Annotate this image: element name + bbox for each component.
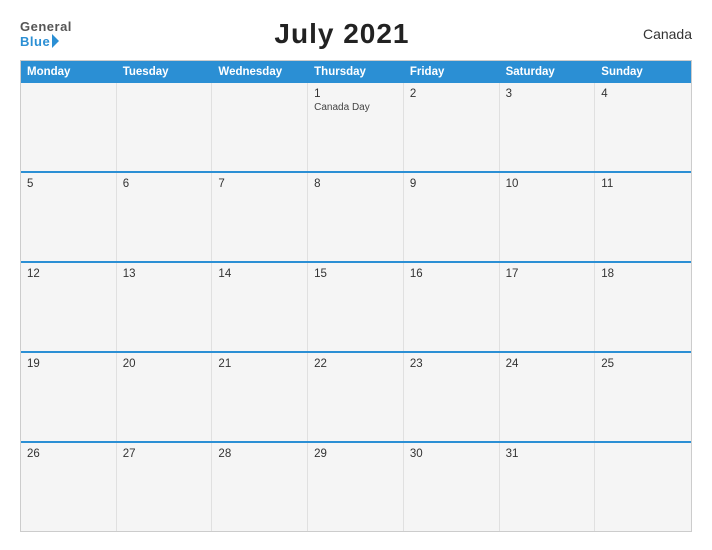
- day-cell-7: 7: [212, 173, 308, 261]
- day-num-16: 16: [410, 268, 493, 280]
- day-num-10: 10: [506, 178, 589, 190]
- day-num-15: 15: [314, 268, 397, 280]
- day-num-20: 20: [123, 358, 206, 370]
- day-cell-8: 8: [308, 173, 404, 261]
- day-num-1: 1: [314, 88, 397, 100]
- day-cell-empty-2: [117, 83, 213, 171]
- day-num-23: 23: [410, 358, 493, 370]
- day-cell-30: 30: [404, 443, 500, 531]
- day-cell-21: 21: [212, 353, 308, 441]
- week-row-5: 26 27 28 29 30 31: [21, 441, 691, 531]
- page: General Blue July 2021 Canada Monday Tue…: [0, 0, 712, 550]
- day-num-28: 28: [218, 448, 301, 460]
- day-num-2: 2: [410, 88, 493, 100]
- day-num-24: 24: [506, 358, 589, 370]
- day-num-14: 14: [218, 268, 301, 280]
- day-cell-25: 25: [595, 353, 691, 441]
- day-num-21: 21: [218, 358, 301, 370]
- day-num-26: 26: [27, 448, 110, 460]
- header-tuesday: Tuesday: [117, 61, 213, 83]
- day-cell-9: 9: [404, 173, 500, 261]
- day-num-5: 5: [27, 178, 110, 190]
- day-num-29: 29: [314, 448, 397, 460]
- day-num-27: 27: [123, 448, 206, 460]
- day-cell-28: 28: [212, 443, 308, 531]
- logo-triangle-icon: [52, 34, 59, 48]
- header-wednesday: Wednesday: [212, 61, 308, 83]
- week-row-2: 5 6 7 8 9 10 11: [21, 171, 691, 261]
- day-cell-empty-3: [212, 83, 308, 171]
- day-cell-16: 16: [404, 263, 500, 351]
- day-cell-18: 18: [595, 263, 691, 351]
- day-num-18: 18: [601, 268, 685, 280]
- day-cell-31: 31: [500, 443, 596, 531]
- day-headers-row: Monday Tuesday Wednesday Thursday Friday…: [21, 61, 691, 83]
- day-num-25: 25: [601, 358, 685, 370]
- day-cell-2: 2: [404, 83, 500, 171]
- day-num-7: 7: [218, 178, 301, 190]
- day-event-canada-day: Canada Day: [314, 102, 397, 113]
- logo: General Blue: [20, 19, 72, 49]
- day-cell-26: 26: [21, 443, 117, 531]
- header-saturday: Saturday: [500, 61, 596, 83]
- day-num-19: 19: [27, 358, 110, 370]
- day-num-8: 8: [314, 178, 397, 190]
- day-num-6: 6: [123, 178, 206, 190]
- day-cell-19: 19: [21, 353, 117, 441]
- week-row-1: 1 Canada Day 2 3 4: [21, 83, 691, 171]
- header-thursday: Thursday: [308, 61, 404, 83]
- day-cell-1: 1 Canada Day: [308, 83, 404, 171]
- day-num-11: 11: [601, 178, 685, 190]
- day-cell-13: 13: [117, 263, 213, 351]
- header-friday: Friday: [404, 61, 500, 83]
- country-label: Canada: [612, 26, 692, 42]
- day-num-22: 22: [314, 358, 397, 370]
- day-cell-24: 24: [500, 353, 596, 441]
- header-monday: Monday: [21, 61, 117, 83]
- week-row-3: 12 13 14 15 16 17 18: [21, 261, 691, 351]
- day-num-3: 3: [506, 88, 589, 100]
- logo-general-text: General: [20, 19, 72, 34]
- day-num-30: 30: [410, 448, 493, 460]
- day-cell-empty-1: [21, 83, 117, 171]
- week-row-4: 19 20 21 22 23 24 25: [21, 351, 691, 441]
- day-cell-17: 17: [500, 263, 596, 351]
- day-cell-3: 3: [500, 83, 596, 171]
- day-cell-15: 15: [308, 263, 404, 351]
- day-cell-14: 14: [212, 263, 308, 351]
- day-cell-5: 5: [21, 173, 117, 261]
- day-cell-27: 27: [117, 443, 213, 531]
- day-num-4: 4: [601, 88, 685, 100]
- day-cell-11: 11: [595, 173, 691, 261]
- day-cell-12: 12: [21, 263, 117, 351]
- weeks-container: 1 Canada Day 2 3 4 5 6: [21, 83, 691, 531]
- calendar-title: July 2021: [72, 18, 612, 50]
- day-num-17: 17: [506, 268, 589, 280]
- day-cell-20: 20: [117, 353, 213, 441]
- day-cell-10: 10: [500, 173, 596, 261]
- day-num-31: 31: [506, 448, 589, 460]
- day-num-12: 12: [27, 268, 110, 280]
- logo-blue-text: Blue: [20, 34, 59, 49]
- calendar: Monday Tuesday Wednesday Thursday Friday…: [20, 60, 692, 532]
- day-cell-23: 23: [404, 353, 500, 441]
- day-cell-22: 22: [308, 353, 404, 441]
- day-num-13: 13: [123, 268, 206, 280]
- header-sunday: Sunday: [595, 61, 691, 83]
- day-cell-4: 4: [595, 83, 691, 171]
- day-cell-empty-end: [595, 443, 691, 531]
- day-cell-6: 6: [117, 173, 213, 261]
- day-cell-29: 29: [308, 443, 404, 531]
- day-num-9: 9: [410, 178, 493, 190]
- header: General Blue July 2021 Canada: [20, 18, 692, 50]
